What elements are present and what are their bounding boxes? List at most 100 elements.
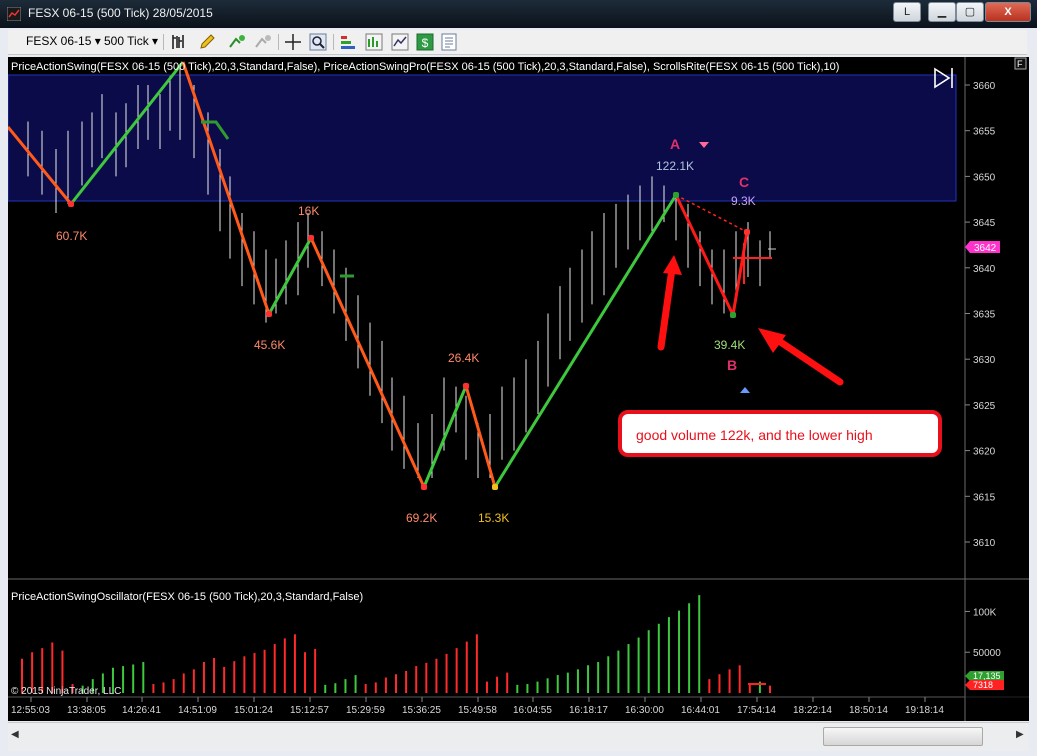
- price-axis-label: 3620: [973, 447, 996, 458]
- window-edge: [1029, 57, 1037, 723]
- volume-marker-label: 7318: [973, 680, 993, 690]
- swing-point: [463, 383, 469, 389]
- chart-toolbar: FESX 06-15 ▾ 500 Tick ▾ $: [8, 30, 1027, 55]
- time-axis-label: 14:26:41: [122, 705, 161, 716]
- price-axis-label: 3650: [973, 172, 996, 183]
- chart-window: FESX 06-15 (500 Tick) 28/05/2015 L ▁ ▢ X…: [0, 0, 1037, 756]
- copyright-text: © 2015 NinjaTrader, LLC: [11, 686, 121, 697]
- swing-volume-label: 60.7K: [56, 229, 87, 243]
- swing-point: [266, 311, 272, 317]
- maximize-button[interactable]: ▢: [956, 2, 984, 22]
- swing-point: [730, 312, 736, 318]
- swing-volume-label: 26.4K: [448, 351, 479, 365]
- time-axis-label: 16:44:01: [681, 705, 720, 716]
- time-axis-label: 16:04:55: [513, 705, 552, 716]
- svg-text:$: $: [422, 36, 429, 50]
- point-label-a: A: [670, 136, 680, 152]
- swing-volume-label: 69.2K: [406, 511, 437, 525]
- drawing-pencil-icon[interactable]: [198, 33, 216, 51]
- time-axis-label: 16:30:00: [625, 705, 664, 716]
- scroll-right-icon[interactable]: ▶: [1016, 729, 1024, 740]
- price-axis-label: 3630: [973, 355, 996, 366]
- swing-point: [308, 235, 314, 241]
- oscillator-label: PriceActionSwingOscillator(FESX 06-15 (5…: [11, 591, 363, 603]
- link-button[interactable]: L: [893, 2, 921, 22]
- remove-indicator-icon[interactable]: [254, 33, 272, 51]
- annotation-arrow: [772, 335, 844, 386]
- title-bar[interactable]: FESX 06-15 (500 Tick) 28/05/2015 L ▁ ▢ X: [0, 0, 1037, 28]
- chart-trader-icon[interactable]: [365, 33, 383, 51]
- time-axis-label: 19:18:14: [905, 705, 944, 716]
- price-axis-label: 3655: [973, 127, 996, 138]
- close-button[interactable]: X: [985, 2, 1031, 22]
- minimize-button[interactable]: ▁: [928, 2, 956, 22]
- swing-volume-label: 45.6K: [254, 338, 285, 352]
- buy-signal-icon: [740, 387, 750, 393]
- time-axis-label: 12:55:03: [11, 705, 50, 716]
- resistance-zone: [8, 74, 957, 202]
- price-axis-label: 3625: [973, 401, 996, 412]
- last-price-label: 3642: [974, 243, 997, 254]
- strategies-icon[interactable]: [339, 33, 357, 51]
- bar-style-icon[interactable]: [170, 33, 188, 51]
- horizontal-scrollbar[interactable]: ◀ ▶: [8, 722, 1029, 751]
- instrument-selector[interactable]: FESX 06-15 ▾: [26, 33, 101, 50]
- annotation-arrowhead: [758, 328, 786, 353]
- time-axis-label: 15:29:59: [346, 705, 385, 716]
- price-axis-label: 3615: [973, 492, 996, 503]
- toolbar-separator: [278, 34, 279, 50]
- time-axis-label: 13:38:05: [67, 705, 106, 716]
- point-label-c: C: [739, 174, 749, 190]
- chart-panel[interactable]: F 3660 3655 3650 3645 3640 3635 3630 3625 3620 361…: [8, 57, 1029, 721]
- window-title: FESX 06-15 (500 Tick) 28/05/2015: [28, 6, 213, 20]
- price-axis-label: 3645: [973, 218, 996, 229]
- annotation-arrow: [657, 265, 676, 351]
- scrollbar-thumb[interactable]: [823, 727, 983, 746]
- app-icon: [7, 7, 21, 21]
- time-axis-label: 18:50:14: [849, 705, 888, 716]
- interval-selector[interactable]: 500 Tick ▾: [104, 33, 158, 50]
- annotation-arrowhead: [663, 255, 682, 275]
- swing-point: [68, 201, 74, 207]
- interval-label: 500 Tick: [104, 34, 149, 48]
- toolbar-separator: [333, 34, 334, 50]
- chart-canvas[interactable]: F 3660 3655 3650 3645 3640 3635 3630 3625 3620 361…: [8, 57, 1029, 721]
- swing-line: [267, 237, 313, 315]
- zoom-icon[interactable]: [309, 33, 327, 51]
- price-axis-label: 3635: [973, 310, 996, 321]
- time-axis-label: 18:22:14: [793, 705, 832, 716]
- price-axis-label: 3640: [973, 264, 996, 275]
- swing-point: [673, 192, 679, 198]
- dollar-icon[interactable]: $: [416, 33, 434, 51]
- swing-line: [422, 385, 468, 488]
- volume-axis-label: 50000: [973, 648, 1001, 659]
- indicator-label: PriceActionSwing(FESX 06-15 (500 Tick),2…: [11, 61, 839, 73]
- data-box-icon[interactable]: [391, 33, 409, 51]
- volume-axis-label: 100K: [973, 607, 997, 618]
- time-axis-label: 15:01:24: [234, 705, 273, 716]
- swing-volume-label: 16K: [298, 204, 319, 218]
- add-indicator-icon[interactable]: [228, 33, 246, 51]
- swing-point: [744, 229, 750, 235]
- swing-volume-label: 122.1K: [656, 159, 694, 173]
- time-axis-label: 17:54:14: [737, 705, 776, 716]
- swing-point: [492, 484, 498, 490]
- price-axis-label: 3660: [973, 81, 996, 92]
- swing-volume-label: 39.4K: [714, 338, 745, 352]
- time-axis-label: 14:51:09: [178, 705, 217, 716]
- price-axis-label: 3610: [973, 538, 996, 549]
- time-axis-label: 15:12:57: [290, 705, 329, 716]
- properties-icon[interactable]: [440, 33, 458, 51]
- time-axis-label: 15:36:25: [402, 705, 441, 716]
- time-axis-label: 15:49:58: [458, 705, 497, 716]
- corner-label: F: [1017, 59, 1023, 69]
- point-label-b: B: [727, 357, 737, 373]
- time-axis-label: 16:18:17: [569, 705, 608, 716]
- crosshair-icon[interactable]: [284, 33, 302, 51]
- toolbar-separator: [163, 34, 164, 50]
- swing-line: [464, 385, 497, 488]
- instrument-label: FESX 06-15: [26, 34, 92, 48]
- annotation-text: good volume 122k, and the lower high: [636, 427, 873, 443]
- scroll-left-icon[interactable]: ◀: [11, 729, 19, 740]
- swing-volume-label: 15.3K: [478, 511, 509, 525]
